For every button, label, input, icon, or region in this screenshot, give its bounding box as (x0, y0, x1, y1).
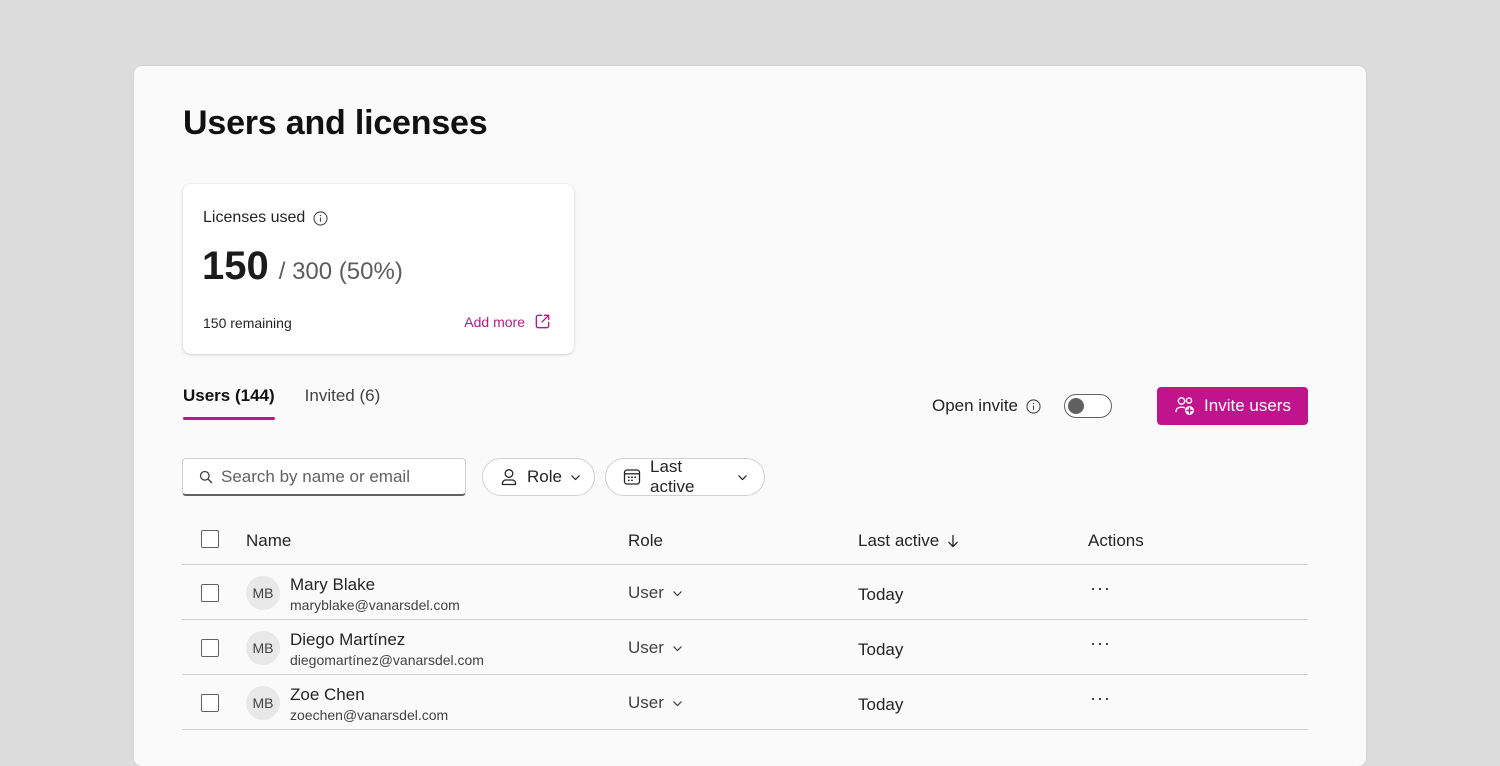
column-header-last-active[interactable]: Last active (858, 531, 959, 551)
avatar: MB (246, 686, 280, 720)
avatar: MB (246, 631, 280, 665)
licenses-remaining: 150 remaining (203, 315, 292, 331)
column-header-name[interactable]: Name (246, 531, 291, 551)
arrow-down-icon (947, 534, 959, 548)
licenses-label: Licenses used (203, 209, 306, 226)
open-invite-label-row: Open invite (932, 396, 1041, 416)
user-name: Zoe Chen (290, 685, 365, 704)
last-active-value: Today (858, 585, 904, 604)
chevron-down-icon (570, 472, 581, 483)
table-row: MB Diego Martínez diegomartínez@vanarsde… (182, 620, 1308, 675)
user-email: maryblake@vanarsdel.com (290, 597, 460, 613)
chevron-down-icon (672, 643, 683, 654)
role-dropdown[interactable]: User (628, 638, 683, 658)
info-icon[interactable] (313, 210, 328, 226)
row-checkbox[interactable] (201, 694, 219, 712)
tab-users[interactable]: Users (144) (183, 386, 275, 420)
user-email: zoechen@vanarsdel.com (290, 707, 449, 723)
licenses-total: / 300 (50%) (278, 258, 403, 285)
info-icon[interactable] (1026, 398, 1041, 414)
search-icon (199, 470, 213, 484)
table-header: Name Role Last active Actions (182, 519, 1308, 565)
open-invite-toggle[interactable] (1064, 394, 1112, 418)
role-value: User (628, 693, 664, 712)
table-row: MB Zoe Chen zoechen@vanarsdel.com User T… (182, 675, 1308, 730)
more-icon[interactable]: ··· (1090, 688, 1111, 709)
role-filter-label: Role (527, 467, 562, 486)
user-name: Diego Martínez (290, 630, 406, 649)
person-icon (499, 467, 519, 487)
column-header-role[interactable]: Role (628, 531, 663, 551)
last-active-value: Today (858, 640, 904, 659)
role-value: User (628, 583, 664, 602)
chevron-down-icon (737, 472, 748, 483)
last-active-filter-button[interactable]: Last active (605, 457, 765, 496)
add-more-label: Add more (464, 313, 525, 330)
search-box (182, 458, 466, 496)
licenses-numbers: 150 / 300 (50%) (202, 244, 403, 289)
invite-users-label: Invite users (1204, 396, 1291, 415)
tab-invited[interactable]: Invited (6) (305, 386, 381, 420)
chevron-down-icon (672, 588, 683, 599)
more-icon[interactable]: ··· (1090, 633, 1111, 654)
users-table: Name Role Last active Actions MB Mary Bl… (182, 519, 1308, 730)
last-active-filter-label: Last active (650, 457, 695, 496)
more-icon[interactable]: ··· (1090, 578, 1111, 599)
invite-users-button[interactable]: Invite users (1157, 387, 1308, 425)
column-header-last-active-label: Last active (858, 531, 940, 550)
open-invite-label: Open invite (932, 396, 1018, 415)
role-dropdown[interactable]: User (628, 583, 683, 603)
row-checkbox[interactable] (201, 639, 219, 657)
avatar: MB (246, 576, 280, 610)
last-active-value: Today (858, 695, 904, 714)
invite-users-icon (1174, 395, 1196, 417)
user-tabs: Users (144) Invited (6) (183, 386, 380, 420)
licenses-label-row: Licenses used (203, 209, 328, 227)
user-name: Mary Blake (290, 575, 376, 594)
search-input[interactable] (221, 466, 451, 487)
column-header-actions: Actions (1088, 531, 1144, 550)
user-email: diegomartínez@vanarsdel.com (290, 652, 484, 668)
select-all-checkbox[interactable] (201, 530, 219, 548)
external-link-icon (533, 312, 552, 331)
page-title: Users and licenses (183, 104, 488, 142)
role-dropdown[interactable]: User (628, 693, 683, 713)
role-value: User (628, 638, 664, 657)
licenses-card: Licenses used 150 / 300 (50%) 150 remain… (183, 184, 574, 354)
row-checkbox[interactable] (201, 584, 219, 602)
chevron-down-icon (672, 698, 683, 709)
licenses-used-count: 150 (202, 244, 269, 288)
toggle-knob (1068, 398, 1084, 414)
table-row: MB Mary Blake maryblake@vanarsdel.com Us… (182, 565, 1308, 620)
add-more-link[interactable]: Add more (464, 312, 552, 331)
role-filter-button[interactable]: Role (482, 458, 595, 496)
users-licenses-panel: Users and licenses Licenses used 150 / 3… (134, 66, 1366, 766)
calendar-icon (622, 467, 642, 487)
